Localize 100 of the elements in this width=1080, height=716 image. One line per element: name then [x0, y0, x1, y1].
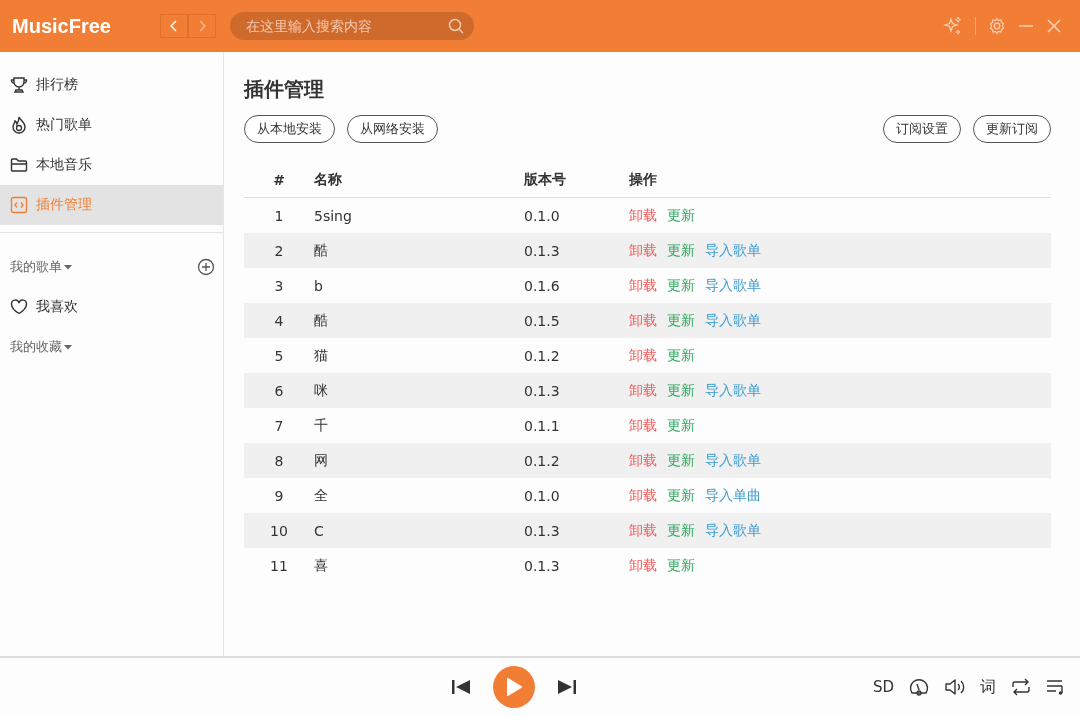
import-link[interactable]: 导入歌单 [705, 521, 761, 540]
table-cell-text: 0.1.3 [524, 382, 561, 399]
table-cell-text: 6 [273, 382, 285, 399]
section-toggle[interactable]: 我的歌单 [10, 258, 72, 276]
table-cell-text: 0.1.1 [524, 417, 561, 434]
update-link[interactable]: 更新 [667, 381, 695, 400]
uninstall-link[interactable]: 卸载 [629, 381, 657, 400]
import-link[interactable]: 导入歌单 [705, 451, 761, 470]
table-cell-text: 2 [273, 242, 285, 259]
table-cell-text: 10 [269, 522, 289, 539]
update-link[interactable]: 更新 [667, 206, 695, 225]
speedometer-icon[interactable] [908, 676, 930, 698]
table-cell-text: 1 [273, 207, 285, 224]
uninstall-link[interactable]: 卸载 [629, 311, 657, 330]
table-cell-text: 7 [273, 417, 285, 434]
import-link[interactable]: 导入歌单 [705, 276, 761, 295]
table-cell-text: 0.1.2 [524, 452, 561, 469]
table-cell-text: 11 [269, 557, 289, 574]
play-icon [504, 677, 523, 697]
previous-icon[interactable] [450, 678, 471, 696]
chevron-right-icon [198, 20, 206, 32]
uninstall-link[interactable]: 卸载 [629, 241, 657, 260]
uninstall-link[interactable]: 卸载 [629, 346, 657, 365]
install-button[interactable]: 从网络安装 [347, 115, 438, 143]
table-cell-text: 喜 [314, 556, 329, 575]
table-cell-text: 5sing [314, 207, 353, 224]
update-link[interactable]: 更新 [667, 451, 695, 470]
table-cell-text: C [314, 522, 325, 539]
update-link[interactable]: 更新 [667, 276, 695, 295]
heart-icon [10, 298, 28, 316]
table-cell-text: 0.1.2 [524, 347, 561, 364]
import-link[interactable]: 导入单曲 [705, 486, 761, 505]
sidebar-item[interactable]: 热门歌单 [0, 105, 223, 145]
import-link[interactable]: 导入歌单 [705, 381, 761, 400]
uninstall-link[interactable]: 卸载 [629, 206, 657, 225]
code-icon [10, 196, 28, 214]
table-cell-text: 3 [273, 277, 285, 294]
update-link[interactable]: 更新 [667, 556, 695, 575]
table-cell-text: 0.1.3 [524, 557, 561, 574]
next-icon[interactable] [556, 678, 577, 696]
add-icon[interactable] [197, 258, 215, 276]
table-cell-text: 0.1.3 [524, 522, 561, 539]
update-link[interactable]: 更新 [667, 311, 695, 330]
uninstall-link[interactable]: 卸载 [629, 521, 657, 540]
table-cell-text: 0.1.6 [524, 277, 561, 294]
column-header: 版本号 [524, 171, 567, 189]
trophy-icon [10, 76, 28, 94]
section-toggle[interactable]: 我的收藏 [10, 338, 72, 356]
uninstall-link[interactable]: 卸载 [629, 556, 657, 575]
column-header: 名称 [314, 171, 343, 189]
subscription-button[interactable]: 更新订阅 [973, 115, 1051, 143]
table-cell-text: b [314, 277, 324, 294]
table-cell-text: 酷 [314, 311, 329, 330]
uninstall-link[interactable]: 卸载 [629, 451, 657, 470]
table-cell-text: 0.1.3 [524, 242, 561, 259]
volume-icon[interactable] [944, 677, 966, 697]
lyrics-button[interactable]: 词 [980, 676, 996, 698]
table-cell-text: 9 [273, 487, 285, 504]
table-cell-text: 猫 [314, 346, 329, 365]
table-cell-text: 咪 [314, 381, 329, 400]
page-title: 插件管理 [244, 76, 325, 103]
playlist-icon[interactable] [1046, 678, 1066, 696]
table-cell-text: 全 [314, 486, 329, 505]
table-cell-text: 酷 [314, 241, 329, 260]
table-cell-text: 千 [314, 416, 329, 435]
table-cell-text: 8 [273, 452, 285, 469]
play-button[interactable] [492, 666, 535, 708]
app-logo: MusicFree [12, 14, 112, 38]
uninstall-link[interactable]: 卸载 [629, 276, 657, 295]
sidebar-item[interactable]: 排行榜 [0, 65, 223, 105]
sidebar-item[interactable]: 本地音乐 [0, 145, 223, 185]
table-cell-text: 0.1.0 [524, 207, 561, 224]
flame-icon [10, 116, 28, 134]
update-link[interactable]: 更新 [667, 346, 695, 365]
sidebar-item[interactable]: 插件管理 [0, 185, 223, 225]
subscription-button[interactable]: 订阅设置 [883, 115, 961, 143]
update-link[interactable]: 更新 [667, 241, 695, 260]
update-link[interactable]: 更新 [667, 521, 695, 540]
table-cell-text: 4 [273, 312, 285, 329]
uninstall-link[interactable]: 卸载 [629, 486, 657, 505]
uninstall-link[interactable]: 卸载 [629, 416, 657, 435]
search-field[interactable]: 在这里输入搜索内容 [230, 12, 474, 40]
table-cell-text: 网 [314, 451, 329, 470]
update-link[interactable]: 更新 [667, 416, 695, 435]
caret-down-icon [64, 264, 72, 270]
table-cell-text: 0.1.0 [524, 487, 561, 504]
caret-down-icon [64, 344, 72, 350]
chevron-left-icon [170, 20, 178, 32]
sidebar-item[interactable]: 我喜欢 [0, 287, 223, 327]
import-link[interactable]: 导入歌单 [705, 241, 761, 260]
repeat-icon[interactable] [1010, 678, 1032, 696]
column-header: 操作 [629, 171, 658, 189]
import-link[interactable]: 导入歌单 [705, 311, 761, 330]
quality-button[interactable]: SD [872, 678, 894, 696]
install-button[interactable]: 从本地安装 [244, 115, 335, 143]
folder-icon [10, 156, 28, 174]
search-icon [448, 18, 464, 34]
table-cell-text: 0.1.5 [524, 312, 561, 329]
column-header: # [272, 172, 286, 188]
update-link[interactable]: 更新 [667, 486, 695, 505]
